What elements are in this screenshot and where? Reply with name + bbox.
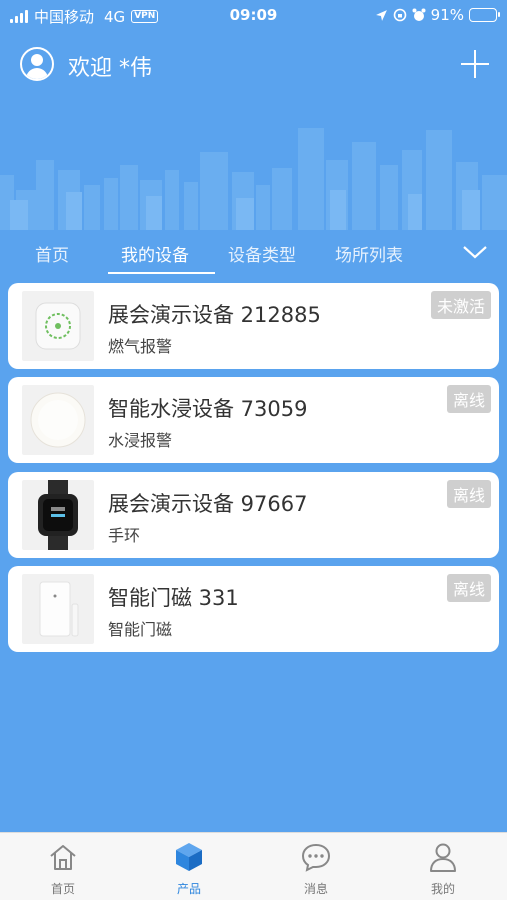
rotation-lock-icon [393,8,406,22]
bottom-nav: 首页 产品 消息 我的 [0,832,507,900]
device-name: 展会演示设备 212885 [108,303,321,327]
device-type: 手环 [108,526,141,545]
active-tab-indicator [108,272,215,274]
device-card[interactable]: 展会演示设备 212885 燃气报警 未激活 [8,283,499,369]
gas-detector-icon [22,291,94,361]
message-icon [301,843,331,872]
device-type: 智能门磁 [108,620,173,639]
status-badge: 离线 [446,385,491,413]
door-sensor-icon [22,574,94,644]
app-header: 欢迎 *伟 [0,40,507,90]
device-card[interactable]: 智能门磁 331 智能门磁 离线 [8,566,499,652]
tab-device-types[interactable]: 设备类型 [228,241,296,266]
smart-band-icon [22,480,94,550]
device-card[interactable]: 智能水浸设备 73059 水浸报警 离线 [8,377,499,463]
plus-icon[interactable] [461,50,489,78]
nav-messages[interactable]: 消息 [253,833,379,900]
nav-me-label: 我的 [430,882,455,896]
status-badge: 离线 [446,480,491,508]
user-avatar-icon[interactable] [20,47,54,81]
device-name: 展会演示设备 97667 [108,492,308,516]
profile-icon [430,843,456,872]
nav-home-label: 首页 [50,882,75,896]
nav-products-label: 产品 [176,882,201,896]
category-tabs: 首页 我的设备 设备类型 场所列表 [0,236,507,276]
battery-icon [469,8,500,22]
cube-icon [176,843,202,871]
nav-products[interactable]: 产品 [126,833,252,900]
alarm-icon [412,8,426,21]
status-bar: 中国移动 4G VPN 09:09 91% [0,0,507,32]
device-card[interactable]: 展会演示设备 97667 手环 离线 [8,472,499,558]
home-icon [50,845,76,870]
device-name: 智能水浸设备 73059 [108,397,308,421]
chevron-down-icon[interactable] [461,242,489,262]
status-badge: 离线 [446,574,491,602]
nav-messages-label: 消息 [303,882,328,896]
battery-percent: 91% [430,6,464,24]
water-sensor-icon [22,385,94,455]
nav-home[interactable]: 首页 [0,833,126,900]
city-skyline-illustration [0,128,507,230]
tab-my-devices[interactable]: 我的设备 [121,241,189,266]
tab-location-list[interactable]: 场所列表 [335,241,403,266]
device-name: 智能门磁 331 [108,586,239,610]
tab-home[interactable]: 首页 [35,241,69,266]
nav-me[interactable]: 我的 [380,833,506,900]
location-icon [375,9,387,21]
status-badge: 未激活 [430,291,491,319]
device-type: 水浸报警 [108,431,173,450]
welcome-text: 欢迎 *伟 [68,56,152,81]
device-type: 燃气报警 [108,337,173,356]
